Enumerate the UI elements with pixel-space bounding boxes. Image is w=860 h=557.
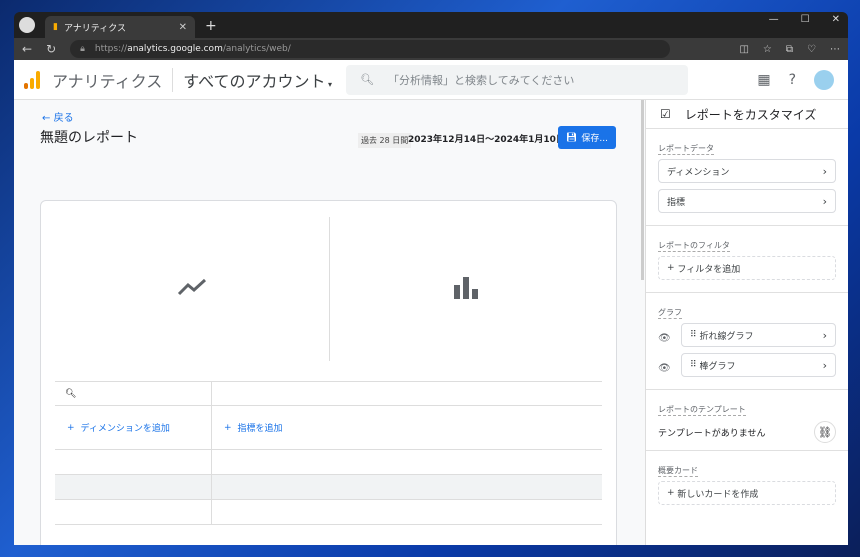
minimize-icon[interactable]: — [769,14,779,25]
drag-handle-icon[interactable]: ⠿ [690,360,699,370]
graph-section-label: グラフ [658,308,682,319]
search-placeholder: 「分析情報」と検索してみてください [388,73,575,87]
plus-icon: + [67,422,75,433]
edit-report-icon: ☑ [660,107,671,121]
chevron-right-icon: › [822,358,827,372]
table-row [55,500,602,525]
dimension-label: ディメンション [667,167,730,178]
app-header: アナリティクス すべてのアカウント ▾ 🔍︎ 「分析情報」と検索してみてください … [14,60,848,100]
divider [329,217,330,361]
line-chart-icon[interactable] [177,277,207,301]
table-row [55,475,602,500]
dropdown-icon: ▾ [325,79,333,89]
apps-grid-icon[interactable]: ▦ [757,72,770,88]
customize-panel: ☑ レポートをカスタマイズ レポートデータ ディメンション › 指標 › レポートのフ… [645,100,848,545]
unlink-icon[interactable]: ⛓ [814,421,836,443]
no-template-text: テンプレートがありません [658,428,766,439]
collections-icon[interactable]: ⧉ [786,44,793,55]
favorites-icon[interactable]: ☆ [763,44,772,55]
url-field[interactable]: 🔒︎ https://analytics.google.com/analytic… [70,40,671,58]
analytics-app: アナリティクス すべてのアカウント ▾ 🔍︎ 「分析情報」と検索してみてください … [14,60,848,545]
add-filter-label: フィルタを追加 [677,264,741,275]
add-dimension-label: ディメンションを追加 [80,424,170,434]
template-section-label: レポートのテンプレート [658,405,746,416]
report-editor: ← 戻る 無題のレポート 過去 28 日間 2023年12月14日～2024年1… [14,100,645,545]
help-icon[interactable]: ? [789,72,796,88]
add-metric-button[interactable]: + 指標を追加 [212,406,602,449]
analytics-logo-icon [24,70,40,89]
save-label: 保存... [581,134,609,144]
profile-icon[interactable] [19,17,35,33]
tab-title: アナリティクス [63,23,126,34]
url-host: analytics.google.com [127,44,223,54]
report-title[interactable]: 無題のレポート [40,127,138,147]
close-window-icon[interactable]: ✕ [832,14,840,25]
app-name: アナリティクス [52,67,174,92]
address-bar: ← ↻ 🔒︎ https://analytics.google.com/anal… [14,38,848,60]
panel-title: レポートをカスタマイズ [684,107,817,122]
close-tab-icon[interactable]: ✕ [179,22,187,33]
new-tab-button[interactable]: + [205,18,217,34]
plus-icon: + [667,263,678,273]
back-icon[interactable]: ← [22,42,32,56]
dimension-button[interactable]: ディメンション › [658,159,836,183]
back-label: 戻る [53,113,74,124]
url-prefix: https:// [94,44,128,54]
summary-card-label: 概要カード [658,466,698,477]
add-metric-label: 指標を追加 [237,424,283,434]
url-path: /analytics/web/ [222,44,291,54]
line-graph-button[interactable]: ⠿ 折れ線グラフ › [681,323,836,347]
filter-section-label: レポートのフィルタ [658,241,730,252]
more-icon[interactable]: ⋯ [830,44,840,55]
back-link[interactable]: ← 戻る [42,109,74,124]
arrow-left-icon: ← [42,113,51,124]
split-icon[interactable]: ◫ [739,44,748,55]
scrollbar[interactable] [641,100,644,280]
lock-icon: 🔒︎ [80,44,85,54]
extension-icon[interactable]: ♡ [807,44,816,55]
account-selector[interactable]: すべてのアカウント ▾ [183,68,332,92]
drag-handle-icon[interactable]: ⠿ [690,330,699,340]
chevron-right-icon: › [822,194,827,208]
add-dimension-button[interactable]: + ディメンションを追加 [55,406,212,449]
analytics-favicon-icon: ▮ [53,22,58,32]
new-card-button[interactable]: + 新しいカードを作成 [658,481,836,505]
bar-graph-button[interactable]: ⠿ 棒グラフ › [681,353,836,377]
maximize-icon[interactable]: ☐ [801,14,810,25]
bar-chart-icon[interactable] [453,275,479,303]
avatar[interactable] [814,69,834,90]
tab-analytics[interactable]: ▮ アナリティクス ✕ [45,16,195,38]
plus-icon: + [667,488,678,498]
chevron-right-icon: › [822,328,827,342]
eye-icon[interactable]: 👁︎ [658,363,675,374]
bar-graph-label: 棒グラフ [699,361,736,372]
plus-icon: + [224,422,232,433]
table-row [55,450,602,475]
report-data-label: レポートデータ [658,144,714,155]
line-graph-label: 折れ線グラフ [699,331,754,342]
search-input[interactable]: 🔍︎ 「分析情報」と検索してみてください [346,64,689,95]
report-card: 🔍︎ + ディメンションを追加 + 指標を追加 [40,200,617,545]
metric-button[interactable]: 指標 › [658,189,836,213]
eye-icon[interactable]: 👁︎ [658,333,675,344]
browser-window: ▮ アナリティクス ✕ + — ☐ ✕ ← ↻ 🔒︎ https://analyti… [14,12,848,545]
reload-icon[interactable]: ↻ [46,42,56,56]
table-search-icon[interactable]: 🔍︎ [55,382,212,405]
save-icon: 💾︎ [565,132,578,143]
new-card-label: 新しいカードを作成 [677,489,759,500]
tab-bar: ▮ アナリティクス ✕ + — ☐ ✕ [14,12,848,38]
period-badge: 過去 28 日間 [358,133,412,148]
account-label: すべてのアカウント [183,71,326,91]
metric-label: 指標 [667,197,686,208]
save-button[interactable]: 💾︎ 保存... [558,126,616,149]
add-filter-button[interactable]: + フィルタを追加 [658,256,836,280]
report-table: 🔍︎ + ディメンションを追加 + 指標を追加 [55,381,602,525]
search-icon: 🔍︎ [360,73,375,86]
date-range[interactable]: 2023年12月14日～2024年1月10日 [408,132,565,145]
chevron-right-icon: › [822,164,827,178]
